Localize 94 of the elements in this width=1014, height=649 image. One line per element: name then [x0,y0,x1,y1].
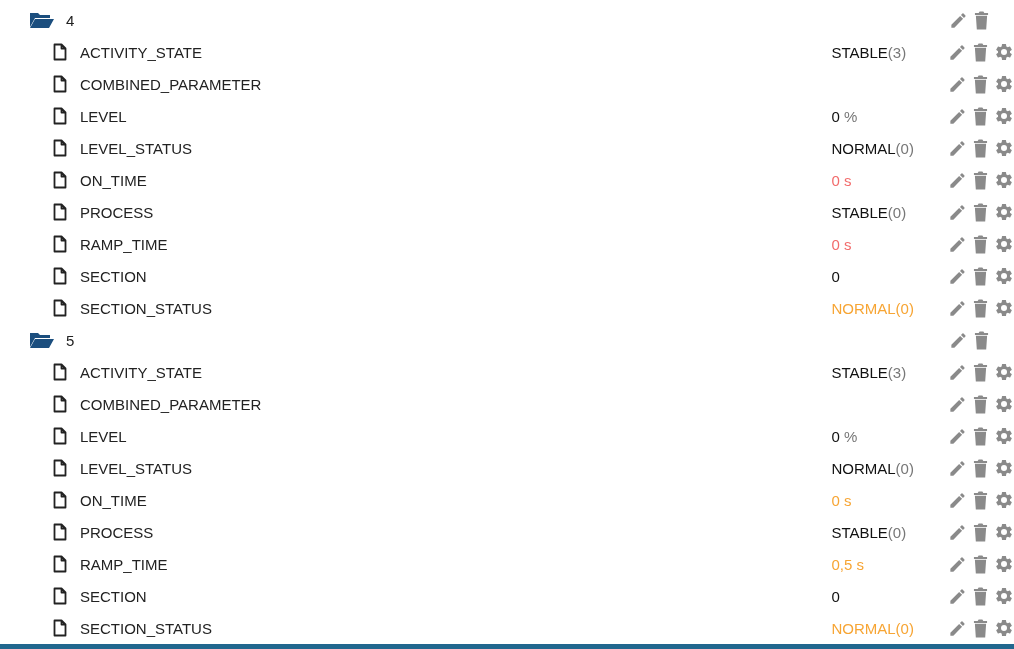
open-folder-icon[interactable] [29,11,55,29]
trash-icon[interactable] [973,106,988,126]
file-icon [53,555,67,573]
file-icon [53,235,67,253]
file-icon [53,587,67,605]
item-name[interactable]: LEVEL_STATUS [80,459,192,477]
settings-icon[interactable] [994,106,1014,126]
item-name[interactable]: LEVEL [80,427,127,445]
item-value: NORMAL(0) [831,459,914,477]
item-name[interactable]: PROCESS [80,523,154,541]
item-name[interactable]: ON_TIME [80,491,147,509]
item-name[interactable]: COMBINED_PARAMETER [80,395,262,413]
item-value: 0 % [831,107,858,125]
item-value: NORMAL(0) [831,619,914,637]
settings-icon[interactable] [994,618,1014,638]
file-icon [53,43,67,61]
item-value: 0 s [831,491,852,509]
file-icon [53,523,67,541]
item-value: 0 % [831,427,858,445]
settings-icon[interactable] [994,266,1014,286]
trash-icon[interactable] [973,74,988,94]
trash-icon[interactable] [973,586,988,606]
file-icon [53,75,67,93]
item-name[interactable]: SECTION [80,587,147,605]
item-name[interactable]: SECTION_STATUS [80,299,212,317]
file-icon [53,395,67,413]
settings-icon[interactable] [994,394,1014,414]
settings-icon[interactable] [994,362,1014,382]
item-name[interactable]: ACTIVITY_STATE [80,363,202,381]
file-icon [53,491,67,509]
item-value: NORMAL(0) [831,299,914,317]
settings-icon[interactable] [994,42,1014,62]
item-value: NORMAL(0) [831,139,914,157]
settings-icon[interactable] [994,586,1014,606]
settings-icon[interactable] [994,234,1014,254]
trash-icon[interactable] [973,266,988,286]
item-name[interactable]: LEVEL_STATUS [80,139,192,157]
settings-icon[interactable] [994,490,1014,510]
trash-icon[interactable] [973,362,988,382]
settings-icon[interactable] [994,138,1014,158]
item-name[interactable]: COMBINED_PARAMETER [80,75,262,93]
item-name[interactable]: ON_TIME [80,171,147,189]
file-icon [53,459,67,477]
trash-icon[interactable] [974,10,989,30]
trash-icon[interactable] [973,170,988,190]
trash-icon[interactable] [973,234,988,254]
trash-icon[interactable] [973,426,988,446]
item-value: STABLE(3) [831,43,907,61]
settings-icon[interactable] [994,426,1014,446]
trash-icon[interactable] [973,490,988,510]
settings-icon[interactable] [994,170,1014,190]
file-icon [53,363,67,381]
settings-icon[interactable] [994,458,1014,478]
item-name[interactable]: SECTION [80,267,147,285]
item-value: STABLE(3) [831,363,907,381]
trash-icon[interactable] [973,554,988,574]
file-icon [53,171,67,189]
settings-icon[interactable] [994,522,1014,542]
folder-label[interactable]: 4 [66,11,75,29]
file-icon [53,267,67,285]
item-value: 0 [831,267,840,285]
item-name[interactable]: ACTIVITY_STATE [80,43,202,61]
item-name[interactable]: RAMP_TIME [80,555,168,573]
item-value: 0,5 s [831,555,864,573]
file-icon [53,107,67,125]
open-folder-icon[interactable] [29,331,55,349]
trash-icon[interactable] [973,138,988,158]
settings-icon[interactable] [994,202,1014,222]
trash-icon[interactable] [973,458,988,478]
file-icon [53,139,67,157]
folder-label[interactable]: 5 [66,331,75,349]
file-icon [53,619,67,637]
trash-icon[interactable] [974,330,989,350]
item-value: STABLE(0) [831,523,907,541]
file-icon [53,427,67,445]
trash-icon[interactable] [973,394,988,414]
item-value: 0 [831,587,840,605]
item-name[interactable]: LEVEL [80,107,127,125]
settings-icon[interactable] [994,74,1014,94]
settings-icon[interactable] [994,298,1014,318]
trash-icon[interactable] [973,42,988,62]
item-name[interactable]: RAMP_TIME [80,235,168,253]
file-icon [53,203,67,221]
item-value: 0 s [831,235,852,253]
file-icon [53,299,67,317]
trash-icon[interactable] [973,298,988,318]
trash-icon[interactable] [973,618,988,638]
trash-icon[interactable] [973,522,988,542]
item-name[interactable]: SECTION_STATUS [80,619,212,637]
item-value: STABLE(0) [831,203,907,221]
trash-icon[interactable] [973,202,988,222]
settings-icon[interactable] [994,554,1014,574]
item-value: 0 s [831,171,852,189]
item-name[interactable]: PROCESS [80,203,154,221]
